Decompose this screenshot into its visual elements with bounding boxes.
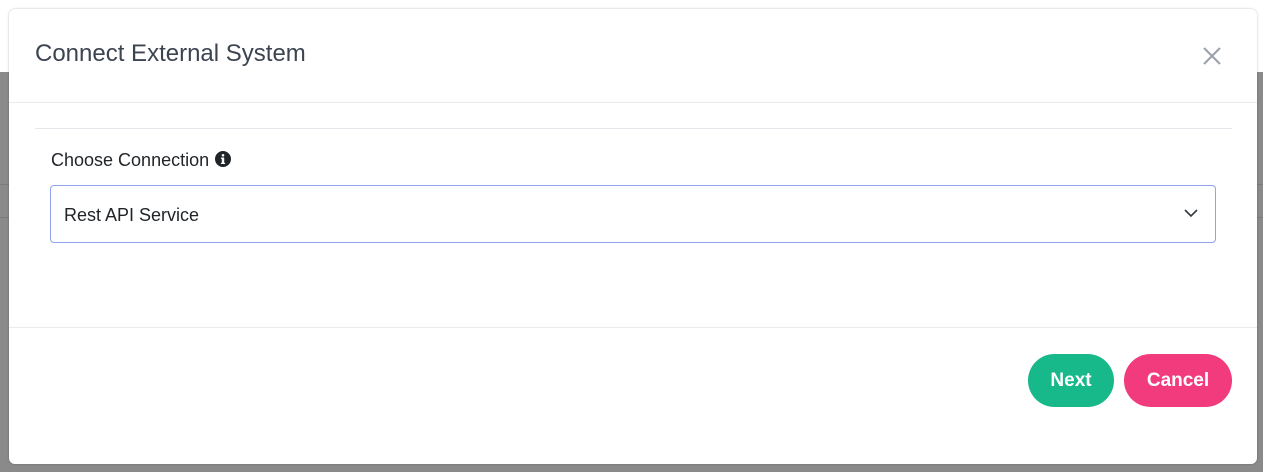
section-divider <box>35 128 1232 129</box>
next-button[interactable]: Next <box>1028 354 1114 407</box>
info-circle-icon[interactable] <box>215 151 232 167</box>
connection-select[interactable]: Rest API Service <box>50 185 1216 243</box>
cancel-button[interactable]: Cancel <box>1124 354 1232 407</box>
connection-select-value: Rest API Service <box>64 205 200 225</box>
modal-header: Connect External System <box>9 9 1257 103</box>
modal-body: Choose Connection Rest API Service <box>9 103 1257 327</box>
modal-footer: Next Cancel <box>9 327 1257 465</box>
chevron-down-icon <box>1184 209 1198 218</box>
connect-external-system-dialog: Connect External System Choose Connectio… <box>9 9 1257 464</box>
close-button[interactable] <box>1199 43 1225 69</box>
close-icon <box>1203 47 1221 65</box>
choose-connection-label: Choose Connection <box>51 150 232 171</box>
choose-connection-label-text: Choose Connection <box>51 150 210 170</box>
modal-title: Connect External System <box>35 40 306 67</box>
